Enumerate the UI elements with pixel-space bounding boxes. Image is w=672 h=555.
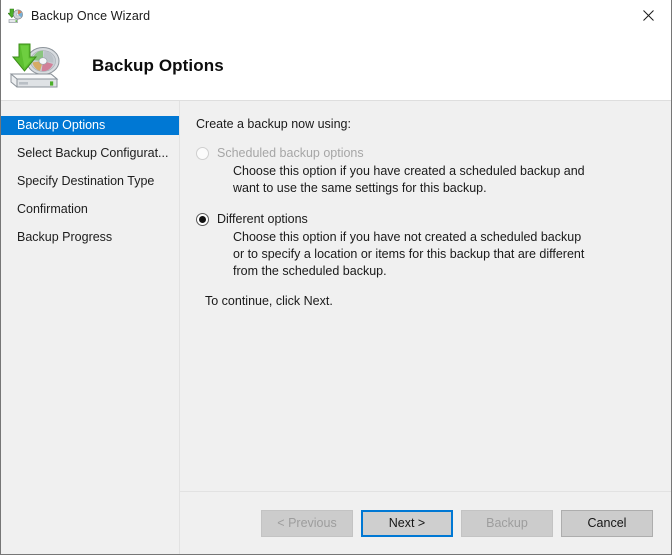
- option-description-scheduled: Choose this option if you have created a…: [233, 164, 585, 195]
- sidebar-item-label: Specify Destination Type: [17, 174, 155, 188]
- content-panel: Create a backup now using: Scheduled bac…: [180, 101, 671, 491]
- sidebar-item-specify-destination-type[interactable]: Specify Destination Type: [1, 172, 179, 191]
- option-label: Scheduled backup options: [217, 146, 364, 160]
- window-title: Backup Once Wizard: [31, 8, 151, 23]
- sidebar-item-label: Select Backup Configurat...: [17, 146, 169, 160]
- wizard-steps-sidebar: Backup Options Select Backup Configurat.…: [1, 101, 180, 554]
- content-wrapper: Create a backup now using: Scheduled bac…: [180, 101, 671, 554]
- option-different-options[interactable]: Different options: [196, 211, 653, 227]
- sidebar-item-backup-options[interactable]: Backup Options: [1, 116, 179, 135]
- option-description-different: Choose this option if you have not creat…: [233, 230, 585, 278]
- radio-scheduled-backup-options[interactable]: [196, 147, 209, 160]
- sidebar-item-label: Backup Progress: [17, 230, 113, 244]
- button-label: Next >: [388, 516, 426, 530]
- wizard-footer: < Previous Next > Backup Cancel: [180, 492, 671, 554]
- wizard-header: Backup Options: [1, 31, 671, 101]
- prompt-label: Create a backup now using:: [196, 117, 351, 131]
- page-title: Backup Options: [92, 55, 224, 75]
- wizard-body: Backup Options Select Backup Configurat.…: [1, 101, 671, 554]
- button-label: Cancel: [587, 516, 627, 530]
- close-button[interactable]: [625, 0, 671, 30]
- backup-disk-icon: [7, 41, 69, 91]
- sidebar-item-label: Confirmation: [17, 202, 88, 216]
- backup-wizard-icon: [7, 8, 24, 24]
- previous-button[interactable]: < Previous: [261, 509, 353, 537]
- next-button[interactable]: Next >: [361, 509, 453, 537]
- backup-once-wizard-window: Backup Once Wizard Backup Options Backup…: [0, 0, 672, 555]
- backup-button[interactable]: Backup: [461, 509, 553, 537]
- cancel-button[interactable]: Cancel: [561, 509, 653, 537]
- continue-hint: To continue, click Next.: [205, 294, 333, 308]
- radio-different-options[interactable]: [196, 213, 209, 226]
- sidebar-item-label: Backup Options: [17, 118, 106, 132]
- close-icon: [642, 9, 654, 21]
- option-label: Different options: [217, 212, 308, 226]
- title-bar: Backup Once Wizard: [1, 0, 671, 31]
- sidebar-item-select-backup-configuration[interactable]: Select Backup Configurat...: [1, 144, 179, 163]
- button-label: < Previous: [277, 516, 337, 530]
- sidebar-item-backup-progress[interactable]: Backup Progress: [1, 228, 179, 247]
- option-scheduled-backup-options[interactable]: Scheduled backup options: [196, 145, 653, 161]
- button-label: Backup: [486, 516, 528, 530]
- sidebar-item-confirmation[interactable]: Confirmation: [1, 200, 179, 219]
